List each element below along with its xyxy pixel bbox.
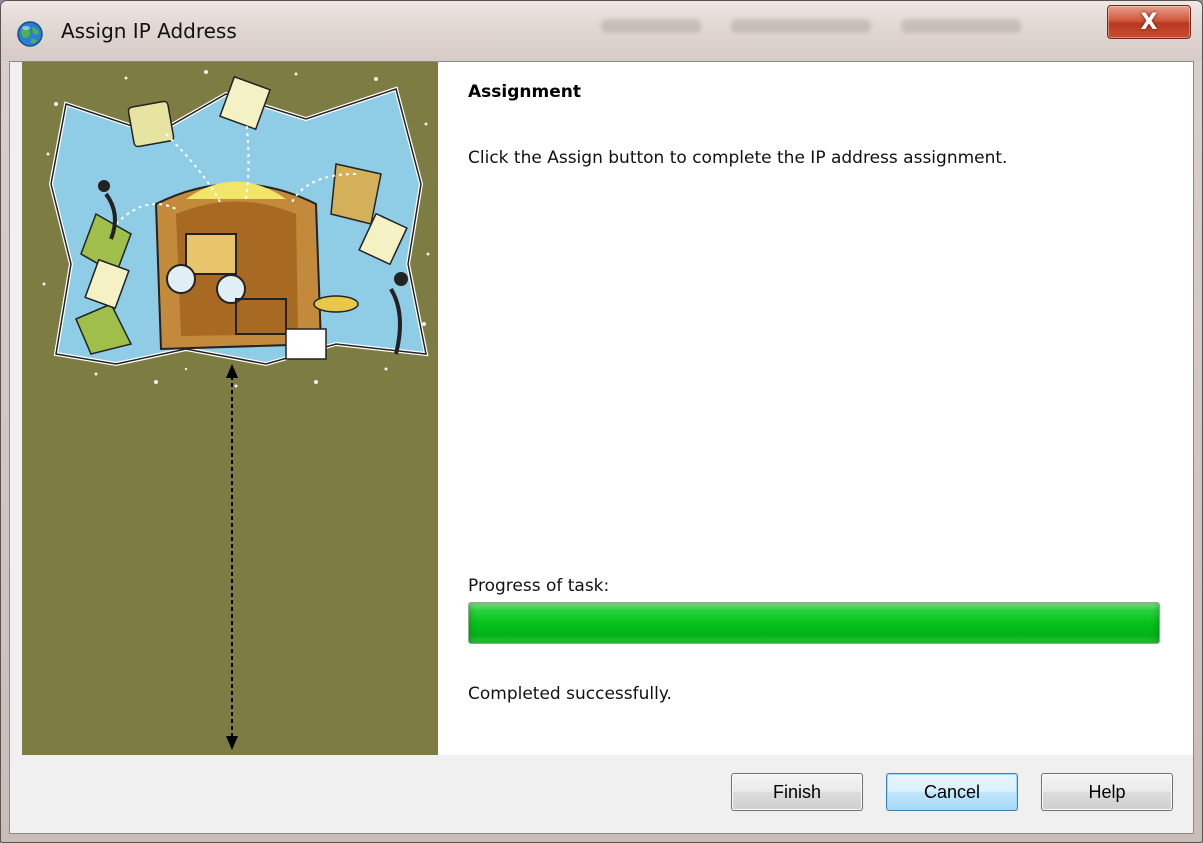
- side-panel-margin: [10, 62, 22, 755]
- vertical-double-arrow-icon: [226, 364, 238, 750]
- wizard-content-panel: Assignment Click the Assign button to co…: [438, 62, 1193, 755]
- title-bar[interactable]: Assign IP Address X: [1, 1, 1202, 61]
- globe-network-icon: [17, 21, 43, 47]
- page-heading: Assignment: [468, 82, 581, 102]
- cancel-button[interactable]: Cancel: [886, 773, 1018, 811]
- blurred-background-text: [901, 19, 1021, 33]
- close-button[interactable]: X: [1107, 5, 1191, 39]
- progress-label: Progress of task:: [468, 576, 610, 596]
- dialog-client-area: Assignment Click the Assign button to co…: [9, 61, 1194, 834]
- close-icon: X: [1140, 9, 1158, 35]
- wizard-illustration: [42, 70, 430, 388]
- status-message: Completed successfully.: [468, 684, 672, 704]
- button-bar: Finish Cancel Help: [10, 755, 1193, 833]
- window-title: Assign IP Address: [61, 19, 237, 43]
- help-button[interactable]: Help: [1041, 773, 1173, 811]
- progress-bar-fill: [469, 603, 1159, 643]
- finish-button[interactable]: Finish: [731, 773, 863, 811]
- task-progress-bar: [468, 602, 1160, 644]
- blurred-background-text: [601, 19, 701, 33]
- wizard-side-panel: [22, 62, 438, 755]
- instruction-text: Click the Assign button to complete the …: [468, 148, 1008, 168]
- blurred-background-text: [731, 19, 871, 33]
- dialog-window: Assign IP Address X Assignment Click the…: [0, 0, 1203, 843]
